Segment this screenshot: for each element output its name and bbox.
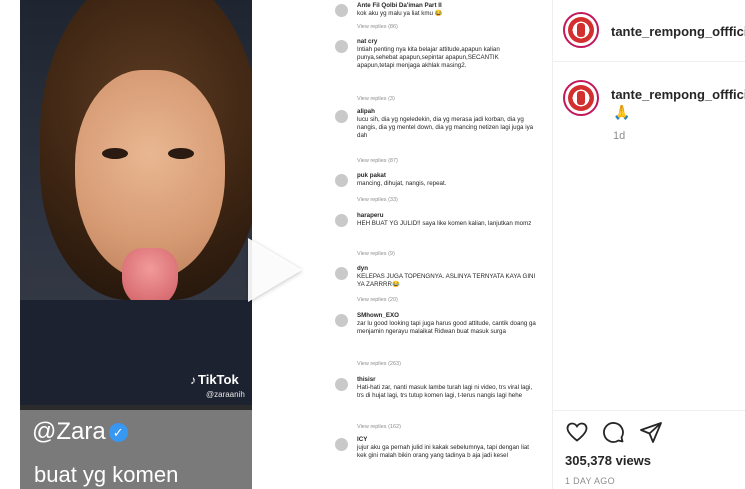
caption-user: @Zara ✓ bbox=[32, 418, 128, 446]
caption-text: 🙏 bbox=[613, 104, 631, 120]
view-replies: View replies (162) bbox=[357, 424, 401, 430]
header-avatar[interactable] bbox=[563, 12, 599, 48]
comment-item: SMhown_EXO zar lu good looking tapi juga … bbox=[333, 312, 543, 356]
commenter-avatar bbox=[335, 174, 348, 187]
heart-icon[interactable] bbox=[565, 420, 589, 444]
view-count[interactable]: 305,378 views bbox=[565, 453, 651, 468]
play-icon[interactable] bbox=[248, 238, 302, 302]
tiktok-username: @zaraanih bbox=[206, 390, 245, 399]
post-side-panel: tante_rempong_offficial tante_rempong_of… bbox=[552, 0, 745, 489]
view-replies: View replies (20) bbox=[357, 297, 398, 303]
commenter-avatar bbox=[335, 40, 348, 53]
comment-item: dyn KELEPAS JUGA TOPENGNYA. ASLINYA TERNY… bbox=[333, 265, 543, 295]
right-eye bbox=[168, 148, 194, 159]
tongue-shape bbox=[122, 248, 178, 308]
post-media[interactable]: ♪ TikTok @zaraanih @Zara ✓ buat yg komen A… bbox=[0, 0, 552, 489]
comment-item: ICY jujur aku ga pernah julid ini kakak s… bbox=[333, 436, 543, 480]
instagram-post-view: ♪ TikTok @zaraanih @Zara ✓ buat yg komen A… bbox=[0, 0, 745, 489]
caption-timestamp[interactable]: 1d bbox=[613, 130, 625, 142]
view-replies: View replies (86) bbox=[357, 24, 398, 30]
post-date[interactable]: 1 DAY AGO bbox=[565, 476, 615, 486]
commenter-avatar bbox=[335, 110, 348, 123]
commenter-avatar bbox=[335, 438, 348, 451]
video-frame: ♪ TikTok @zaraanih @Zara ✓ buat yg komen bbox=[20, 0, 252, 489]
comment-item: haraperu HEH BUAT YG JULID!! saya like ko… bbox=[333, 212, 543, 242]
commenter-avatar bbox=[335, 378, 348, 391]
header-username[interactable]: tante_rempong_offficial bbox=[611, 24, 745, 39]
video-image: ♪ TikTok @zaraanih bbox=[20, 0, 252, 405]
comments-screenshot: Ante Fil Qolbi Da'iman Part II kok aku yg… bbox=[333, 0, 543, 489]
comment-item: Ante Fil Qolbi Da'iman Part II kok aku yg… bbox=[333, 2, 543, 22]
comment-item: thisisr Hati-hati zar, nanti masuk lambe … bbox=[333, 376, 543, 418]
view-replies: View replies (9) bbox=[357, 251, 395, 257]
view-replies: View replies (33) bbox=[357, 197, 398, 203]
caption-username[interactable]: tante_rempong_offficial bbox=[611, 87, 745, 102]
share-icon[interactable] bbox=[639, 420, 663, 444]
comment-item: alipah lucu sih, dia yg ngeledekin, dia y… bbox=[333, 108, 543, 156]
commenter-avatar bbox=[335, 267, 348, 280]
comment-item: puk pakat mancing, dihujat, nangis, repea… bbox=[333, 172, 543, 192]
caption-avatar[interactable] bbox=[563, 80, 599, 116]
tiktok-note-icon: ♪ bbox=[190, 373, 196, 387]
comment-item: nat cry Intiah penting nya kita belajar a… bbox=[333, 38, 543, 90]
commenter-avatar bbox=[335, 214, 348, 227]
comment-icon[interactable] bbox=[601, 420, 625, 444]
tiktok-watermark: ♪ TikTok bbox=[190, 372, 239, 387]
view-replies: View replies (263) bbox=[357, 361, 401, 367]
caption-line: buat yg komen bbox=[34, 462, 179, 487]
left-eye bbox=[102, 148, 128, 159]
commenter-avatar bbox=[335, 314, 348, 327]
commenter-avatar bbox=[335, 4, 348, 17]
view-replies: View replies (3) bbox=[357, 96, 395, 102]
view-replies: View replies (87) bbox=[357, 158, 398, 164]
verified-icon: ✓ bbox=[108, 423, 128, 443]
